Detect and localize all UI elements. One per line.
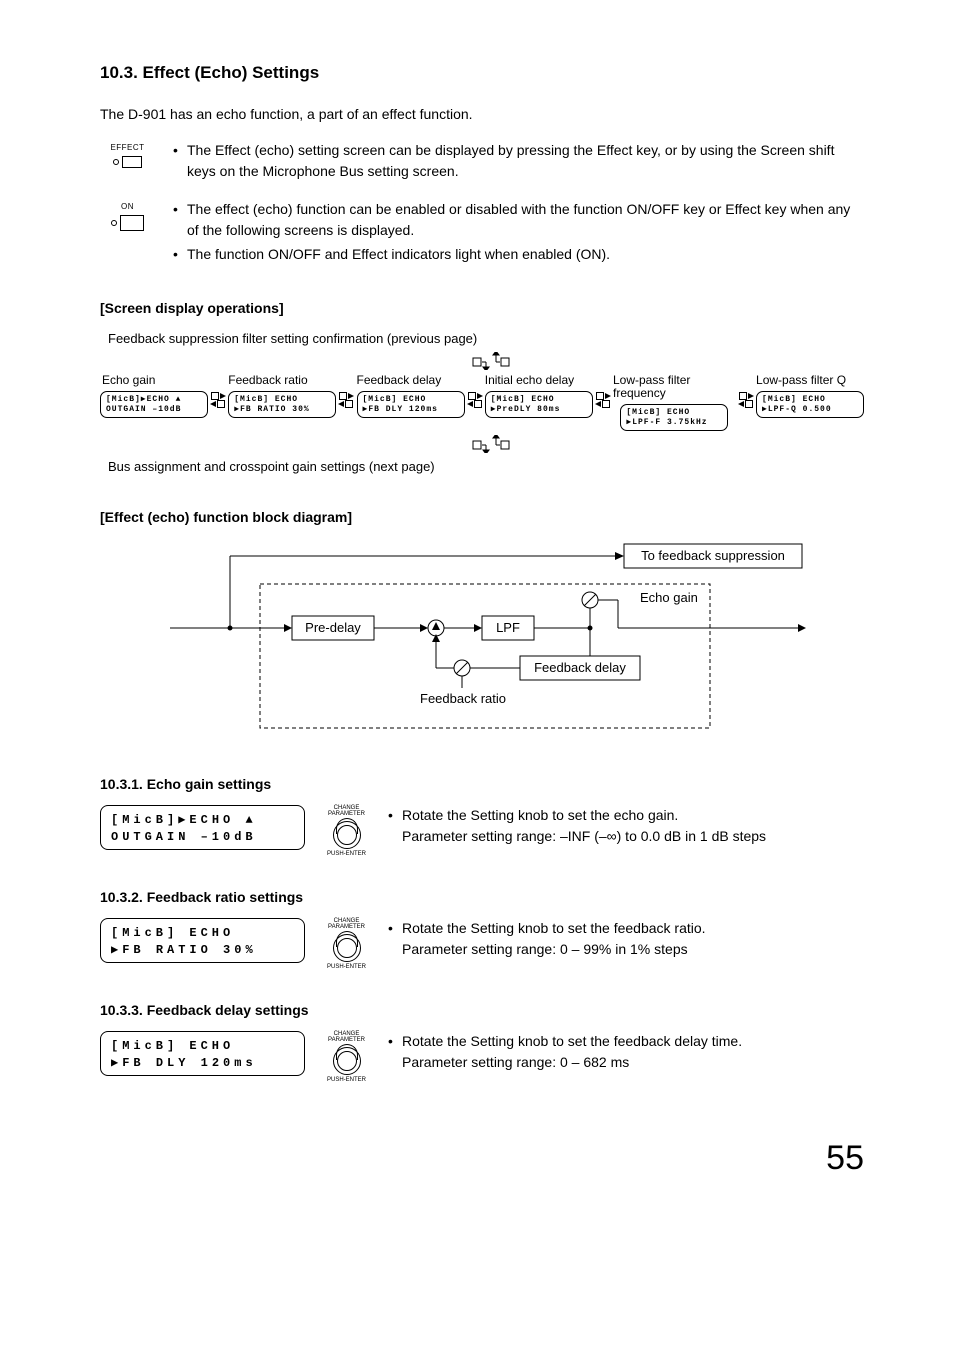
vertical-shift-arrows-icon <box>120 435 864 453</box>
lcd-screen: [MicB] ECHO▶FB RATIO 30% <box>228 391 336 418</box>
lcd-screen: [MicB] ECHO▶LPF-F 3.75kHz <box>620 404 728 431</box>
effect-key-icon: EFFECT <box>100 142 155 168</box>
shift-arrows-icon <box>208 392 228 408</box>
lcd-screen: [MicB] ECHO ▶FB RATIO 30% <box>100 918 305 964</box>
setting-desc: Rotate the Setting knob to set the feedb… <box>402 1033 742 1049</box>
shift-arrows-icon <box>736 392 756 408</box>
intro-text: The D-901 has an echo function, a part o… <box>100 104 864 125</box>
lcd-screen: [MicB] ECHO▶PreDLY 80ms <box>485 391 593 418</box>
setting-range: Parameter setting range: 0 – 99% in 1% s… <box>402 941 688 957</box>
setting-desc: Rotate the Setting knob to set the echo … <box>402 807 678 823</box>
svg-text:Feedback ratio: Feedback ratio <box>420 691 506 706</box>
subheading-fb-ratio: 10.3.2. Feedback ratio settings <box>100 887 864 908</box>
bullet-text: The function ON/OFF and Effect indicator… <box>187 244 864 265</box>
prev-page-note: Feedback suppression filter setting conf… <box>108 329 864 349</box>
lcd-screen: [MicB] ECHO ▶FB DLY 120ms <box>100 1031 305 1077</box>
lcd-screen: [MicB] ECHO▶LPF-Q 0.500 <box>756 391 864 418</box>
lcd-screen: [MicB] ECHO▶FB DLY 120ms <box>357 391 465 418</box>
svg-text:LPF: LPF <box>496 620 520 635</box>
lcd-screen: [MicB]▶ECHO ▲ OUTGAIN –10dB <box>100 805 305 851</box>
svg-text:Echo gain: Echo gain <box>640 590 698 605</box>
setting-range: Parameter setting range: –INF (–∞) to 0.… <box>402 828 766 844</box>
lcd-screen: [MicB]▶ECHO ▲OUTGAIN –10dB <box>100 391 208 418</box>
svg-text:Feedback delay: Feedback delay <box>534 660 626 675</box>
bullet-text: The effect (echo) function can be enable… <box>187 199 864 241</box>
shift-arrows-icon <box>465 392 485 408</box>
shift-arrows-icon <box>336 392 356 408</box>
setting-knob-icon: CHANGE PARAMETER PUSH-ENTER <box>319 1031 374 1083</box>
bullet-text: The Effect (echo) setting screen can be … <box>187 140 864 182</box>
block-diagram: To feedback suppression Pre-delay LPF Ec… <box>170 538 810 744</box>
subheading-fb-delay: 10.3.3. Feedback delay settings <box>100 1000 864 1021</box>
svg-text:To feedback suppression: To feedback suppression <box>641 548 785 563</box>
subheading-block-diagram: [Effect (echo) function block diagram] <box>100 507 864 528</box>
setting-knob-icon: CHANGE PARAMETER PUSH-ENTER <box>319 918 374 970</box>
setting-knob-icon: CHANGE PARAMETER PUSH-ENTER <box>319 805 374 857</box>
next-page-note: Bus assignment and crosspoint gain setti… <box>108 457 864 477</box>
on-key-icon: ON <box>100 201 155 231</box>
vertical-shift-arrows-icon <box>120 352 864 370</box>
screen-flow-row: Echo gain [MicB]▶ECHO ▲OUTGAIN –10dB Fee… <box>100 374 864 431</box>
subheading-screen-ops: [Screen display operations] <box>100 298 864 319</box>
svg-text:Pre-delay: Pre-delay <box>305 620 361 635</box>
setting-desc: Rotate the Setting knob to set the feedb… <box>402 920 706 936</box>
subheading-echo-gain: 10.3.1. Echo gain settings <box>100 774 864 795</box>
setting-range: Parameter setting range: 0 – 682 ms <box>402 1054 629 1070</box>
page-number: 55 <box>100 1133 864 1184</box>
section-title: 10.3. Effect (Echo) Settings <box>100 60 864 86</box>
shift-arrows-icon <box>593 392 613 408</box>
